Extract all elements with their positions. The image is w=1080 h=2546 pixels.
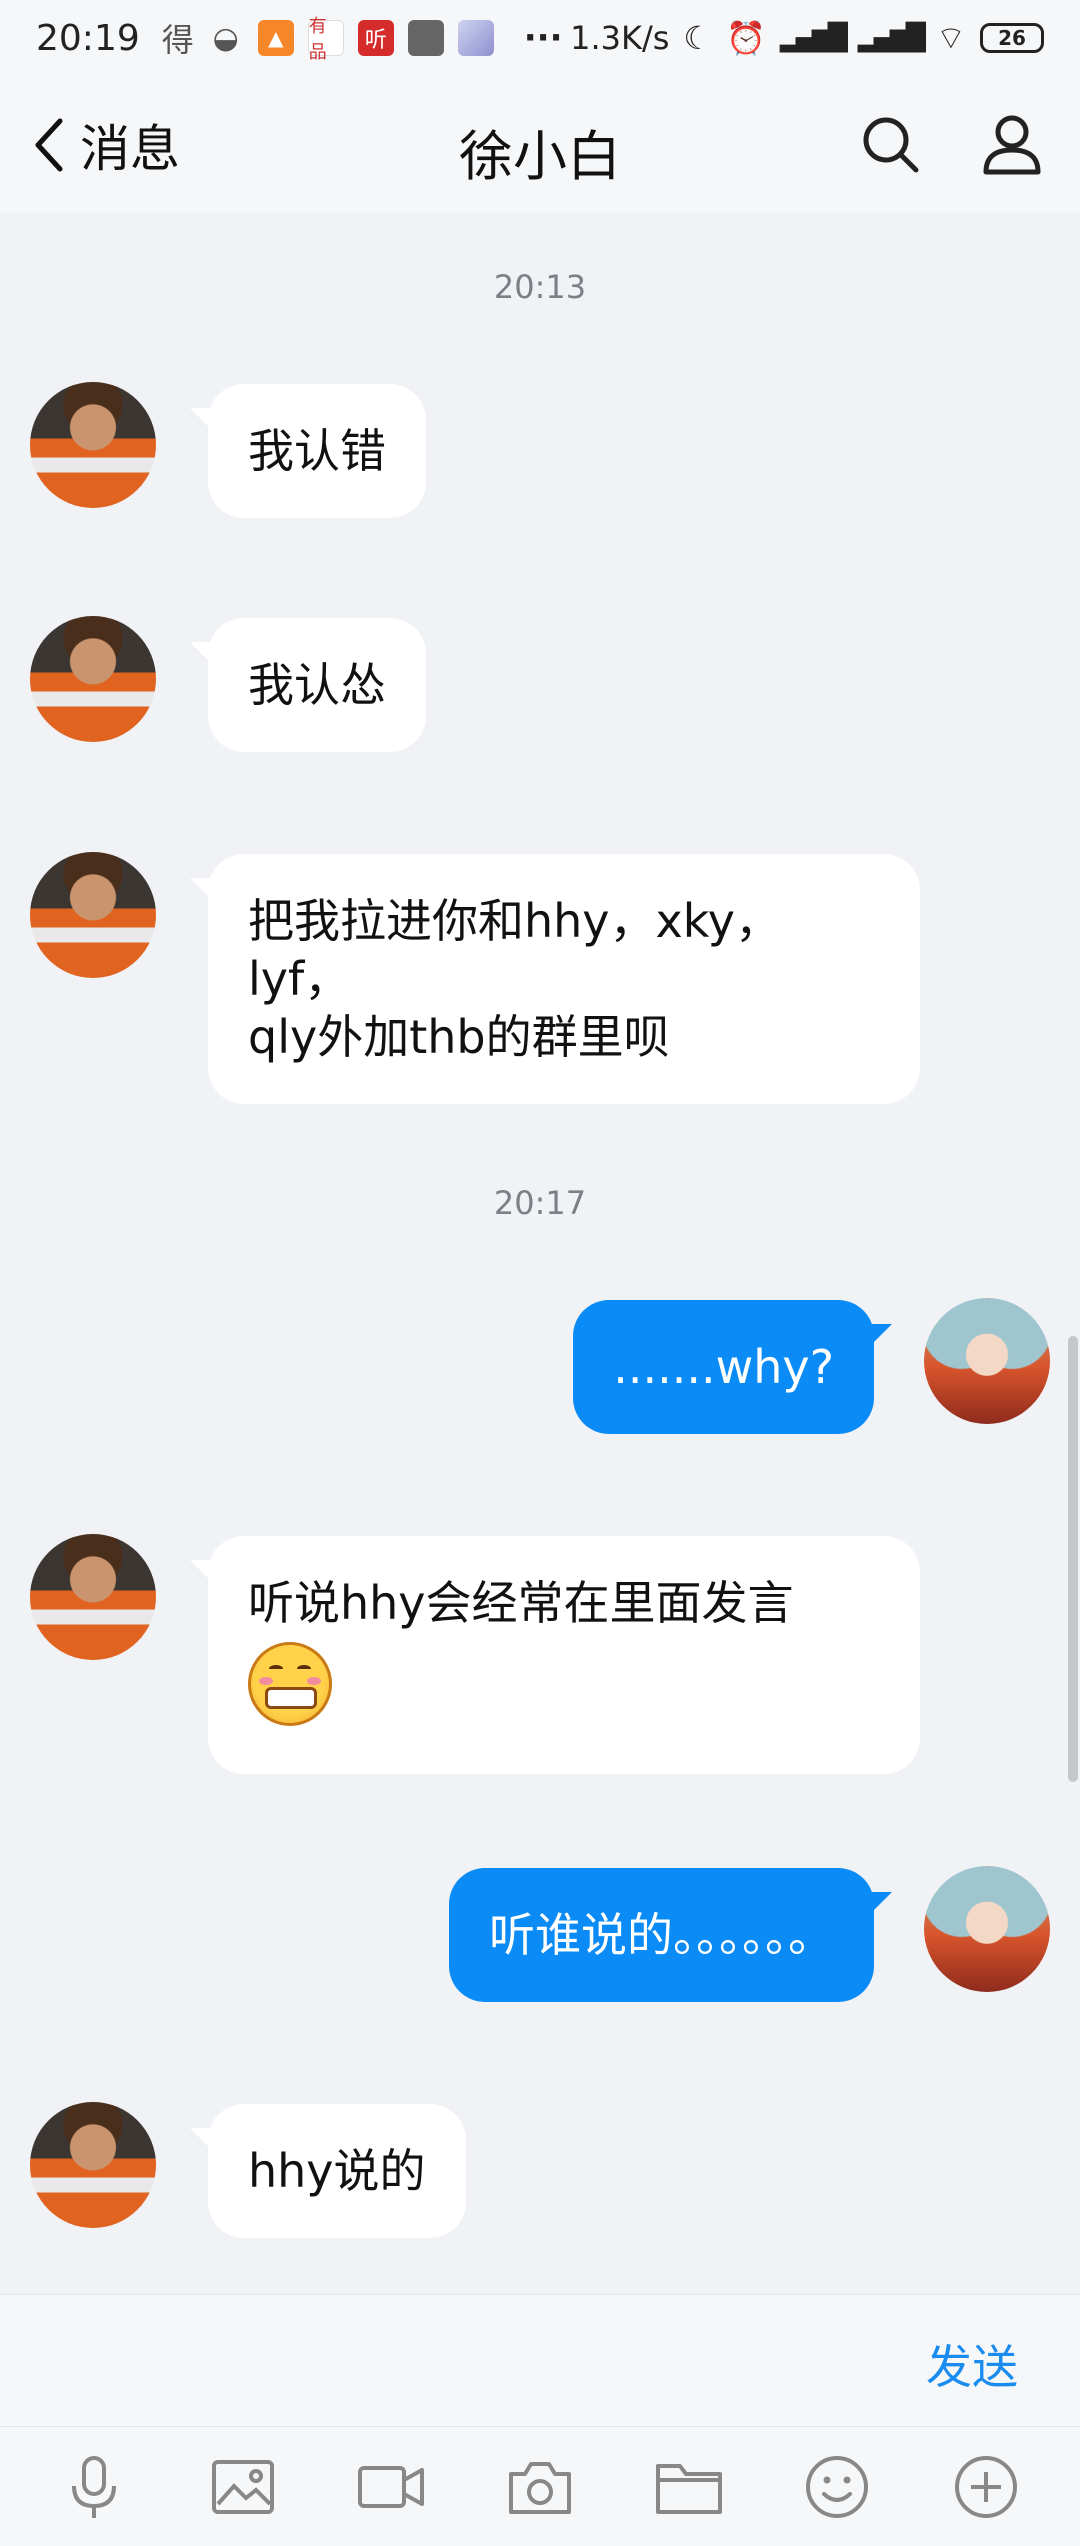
app-icon: ▲ [257,20,294,56]
alarm-icon: ⏰ [726,19,766,57]
wifi-icon: ⌔ [935,19,966,57]
message-list[interactable]: 20:13 我认错 我认怂 把我拉进你和hhy，xky，lyf， qly外加th… [0,212,1080,2294]
video-icon[interactable] [356,2452,426,2522]
avatar[interactable] [30,616,156,742]
search-icon[interactable] [858,112,922,176]
avatar[interactable] [30,852,156,978]
back-button[interactable]: 消息 [30,112,180,178]
avatar[interactable] [924,1866,1050,1992]
message-bubble[interactable]: 我认怂 [190,618,426,752]
avatar[interactable] [30,382,156,508]
message-line: qly外加thb的群里呗 [248,1010,670,1064]
message-bubble[interactable]: .......why? [573,1300,892,1434]
mic-icon[interactable] [59,2452,129,2522]
message-input[interactable] [36,2315,896,2407]
network-speed: 1.3K/s [570,19,670,57]
avatar-app-icon [457,20,494,56]
message-line: 把我拉进你和hhy，xky，lyf， [248,894,781,1006]
message-bubble[interactable]: 我认错 [190,384,426,518]
camera-icon[interactable] [505,2452,575,2522]
message-text: 听说hhy会经常在里面发言 [248,1576,794,1630]
youpin-app-icon: 有品 [307,16,344,63]
avatar[interactable] [924,1298,1050,1424]
scrollbar[interactable] [1068,1336,1078,1782]
signal-icon: ▂▄▆█ [779,23,848,53]
more-notifications-icon: ··· [523,18,563,58]
timestamp: 20:13 [493,268,587,306]
status-time: 20:19 [36,17,140,59]
status-bar: 20:19 得 ◒ ▲ 有品 听 ··· 1.3K/s ☾ ⏰ ▂▄▆█ ▂▄▆… [0,0,1080,76]
input-bar: 发送 [0,2294,1080,2426]
avatar[interactable] [30,2102,156,2228]
back-label: 消息 [80,120,180,178]
message-bubble[interactable]: 听说hhy会经常在里面发言 [190,1536,920,1774]
plus-icon[interactable] [951,2452,1021,2522]
notification-icons: 得 ◒ ▲ 有品 听 ··· [161,15,563,63]
input-toolbar [0,2426,1080,2546]
ting-app-icon: 听 [357,20,394,56]
wechat-icon: ◒ [212,20,239,56]
signal-icon-2: ▂▄▆█ [857,23,926,53]
message-bubble[interactable]: 把我拉进你和hhy，xky，lyf， qly外加thb的群里呗 [190,854,920,1104]
profile-icon[interactable] [980,112,1044,176]
square-icon [407,20,444,56]
emoji-icon[interactable] [802,2452,872,2522]
message-bubble[interactable]: hhy说的 [190,2104,466,2238]
chat-header: 消息 徐小白 [0,76,1080,212]
image-icon[interactable] [208,2452,278,2522]
battery-icon: 26 [980,23,1044,53]
chevron-left-icon [35,118,63,172]
dedao-app-icon: 得 [161,21,194,59]
timestamp: 20:17 [493,1184,587,1222]
folder-icon[interactable] [654,2452,724,2522]
send-button[interactable]: 发送 [926,2331,1018,2397]
avatar[interactable] [30,1534,156,1660]
grin-emoji-icon [248,1642,332,1726]
moon-icon: ☾ [683,19,713,57]
message-bubble[interactable]: 听谁说的。。。。。。 [449,1868,892,2002]
